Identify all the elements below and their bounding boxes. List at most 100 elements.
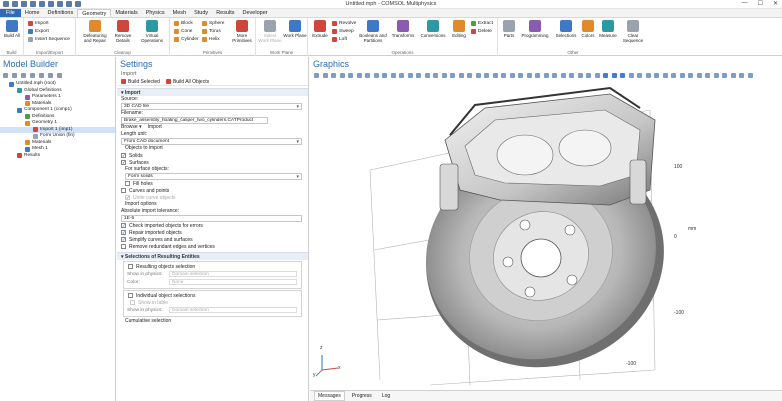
graphics-tool-icon[interactable] bbox=[560, 72, 566, 78]
parts-button[interactable]: Parts bbox=[500, 20, 518, 38]
programming-button[interactable]: Programming bbox=[518, 20, 552, 38]
forward-icon[interactable] bbox=[12, 72, 17, 78]
editing-button[interactable]: Editing bbox=[448, 20, 470, 38]
build-all-objects-button[interactable]: Build All Objects bbox=[165, 79, 209, 85]
tab-mesh[interactable]: Mesh bbox=[169, 9, 190, 17]
graphics-tool-icon[interactable] bbox=[458, 72, 464, 78]
graphics-tool-icon[interactable] bbox=[747, 72, 753, 78]
individual-selection-checkbox[interactable]: Individual object selections bbox=[124, 292, 301, 299]
graphics-tool-icon[interactable] bbox=[705, 72, 710, 78]
tolerance-input[interactable]: 1E-5 bbox=[121, 215, 302, 222]
torus-button[interactable]: Torus bbox=[202, 28, 221, 35]
measure-button[interactable]: Measure bbox=[597, 20, 619, 38]
graphics-tool-icon[interactable] bbox=[679, 72, 685, 78]
virtual-operations-button[interactable]: Virtual Operations bbox=[136, 20, 168, 43]
graphics-tool-icon[interactable] bbox=[671, 72, 676, 78]
close-button[interactable]: ✕ bbox=[773, 0, 778, 7]
sphere-button[interactable]: Sphere bbox=[202, 20, 224, 27]
tab-file[interactable]: File bbox=[0, 9, 21, 17]
graphics-tool-icon[interactable] bbox=[339, 72, 345, 78]
graphics-tool-icon[interactable] bbox=[373, 72, 379, 78]
graphics-tool-icon[interactable] bbox=[688, 72, 693, 78]
import-button-settings[interactable]: Import bbox=[148, 124, 162, 131]
graphics-tool-icon[interactable] bbox=[407, 72, 413, 78]
defeaturing-button[interactable]: Defeaturing and Repair bbox=[80, 20, 110, 43]
graphics-tool-icon[interactable] bbox=[569, 72, 574, 78]
tab-messages[interactable]: Messages bbox=[314, 391, 345, 401]
expand-icon[interactable] bbox=[57, 72, 62, 78]
graphics-tool-icon[interactable] bbox=[424, 72, 430, 78]
graphics-tool-icon[interactable] bbox=[637, 72, 642, 78]
extrude-button[interactable]: Extrude bbox=[310, 20, 330, 38]
graphics-tool-icon[interactable] bbox=[603, 72, 608, 78]
graphics-tool-icon[interactable] bbox=[501, 72, 506, 78]
graphics-tool-icon[interactable] bbox=[722, 72, 727, 78]
up-icon[interactable] bbox=[21, 72, 26, 78]
helix-button[interactable]: Helix bbox=[202, 36, 220, 43]
booleans-partitions-button[interactable]: Booleans and Partitions bbox=[358, 20, 388, 43]
resulting-selection-checkbox[interactable]: Resulting objects selection bbox=[124, 263, 301, 270]
graphics-tool-icon[interactable] bbox=[594, 72, 600, 78]
graphics-tool-icon[interactable] bbox=[399, 72, 404, 78]
graphics-tool-icon[interactable] bbox=[450, 72, 455, 78]
graphics-tool-icon[interactable] bbox=[331, 72, 336, 78]
graphics-tool-icon[interactable] bbox=[518, 72, 523, 78]
insert-sequence-button[interactable]: Insert Sequence bbox=[28, 36, 70, 43]
delete-button[interactable]: Delete bbox=[471, 28, 492, 35]
graphics-tool-icon[interactable] bbox=[441, 72, 447, 78]
unite-curve-checkbox[interactable]: ✓ Unite curve objects bbox=[117, 194, 308, 201]
show-icon[interactable] bbox=[39, 72, 44, 78]
graphics-tool-icon[interactable] bbox=[586, 72, 591, 78]
graphics-tool-icon[interactable] bbox=[475, 72, 481, 78]
remove-details-button[interactable]: Remove Details bbox=[111, 20, 135, 43]
sweep-button[interactable]: Sweep bbox=[332, 28, 354, 35]
repair-checkbox[interactable]: ✓ Repair imported objects bbox=[117, 229, 308, 236]
down-icon[interactable] bbox=[30, 72, 35, 78]
filename-input[interactable]: Brake_assembly_floating_caliper_two_cyli… bbox=[121, 117, 268, 124]
graphics-tool-icon[interactable] bbox=[543, 72, 549, 78]
graphics-tool-icon[interactable] bbox=[535, 72, 540, 78]
simplify-checkbox[interactable]: ✓ Simplify curves and surfaces bbox=[117, 236, 308, 243]
graphics-tool-icon[interactable] bbox=[620, 72, 625, 78]
section-import[interactable]: ▾ Import bbox=[117, 88, 308, 96]
graphics-tool-icon[interactable] bbox=[654, 72, 659, 78]
graphics-tool-icon[interactable] bbox=[696, 72, 702, 78]
build-selected-button[interactable]: Build Selected bbox=[121, 79, 160, 85]
browse-button[interactable]: Browse ▾ bbox=[121, 124, 142, 131]
graphics-tool-icon[interactable] bbox=[662, 72, 668, 78]
cylinder-button[interactable]: Cylinder bbox=[174, 36, 199, 43]
graphics-tool-icon[interactable] bbox=[322, 72, 328, 78]
transforms-button[interactable]: Transforms bbox=[389, 20, 417, 38]
revolve-button[interactable]: Revolve bbox=[332, 20, 356, 27]
select-work-plane-button[interactable]: Select Work Plane bbox=[258, 20, 282, 43]
section-selections[interactable]: ▾ Selections of Resulting Entities bbox=[117, 252, 308, 260]
color-select[interactable]: None bbox=[169, 279, 297, 285]
graphics-tool-icon[interactable] bbox=[713, 72, 719, 78]
graphics-tool-icon[interactable] bbox=[484, 72, 489, 78]
show-physics-select[interactable]: Domain selection bbox=[169, 271, 297, 277]
tab-geometry[interactable]: Geometry bbox=[77, 9, 112, 17]
collapse-icon[interactable] bbox=[48, 72, 53, 78]
graphics-tool-icon[interactable] bbox=[467, 72, 472, 78]
colors-button[interactable]: Colors bbox=[579, 20, 597, 38]
loft-button[interactable]: Loft bbox=[332, 36, 347, 43]
length-unit-select[interactable]: From CAD document bbox=[121, 138, 302, 145]
block-button[interactable]: Block bbox=[174, 20, 193, 27]
graphics-tool-icon[interactable] bbox=[382, 72, 387, 78]
for-surface-select[interactable]: Form solids bbox=[125, 173, 302, 180]
graphics-tool-icon[interactable] bbox=[577, 72, 583, 78]
surfaces-checkbox[interactable]: ✓ Surfaces bbox=[117, 159, 308, 166]
tab-results[interactable]: Results bbox=[212, 9, 238, 17]
tab-definitions[interactable]: Definitions bbox=[44, 9, 78, 17]
graphics-tool-icon[interactable] bbox=[552, 72, 557, 78]
tab-physics[interactable]: Physics bbox=[142, 9, 169, 17]
graphics-tool-icon[interactable] bbox=[390, 72, 396, 78]
selections-button[interactable]: Selections bbox=[553, 20, 579, 38]
graphics-tool-icon[interactable] bbox=[348, 72, 353, 78]
conversions-button[interactable]: Conversions bbox=[418, 20, 448, 38]
graphics-tool-icon[interactable] bbox=[433, 72, 438, 78]
source-select[interactable]: 3D CAD file bbox=[121, 103, 302, 110]
graphics-tool-icon[interactable] bbox=[739, 72, 744, 78]
graphics-tool-icon[interactable] bbox=[365, 72, 370, 78]
maximize-button[interactable]: ☐ bbox=[758, 0, 763, 7]
